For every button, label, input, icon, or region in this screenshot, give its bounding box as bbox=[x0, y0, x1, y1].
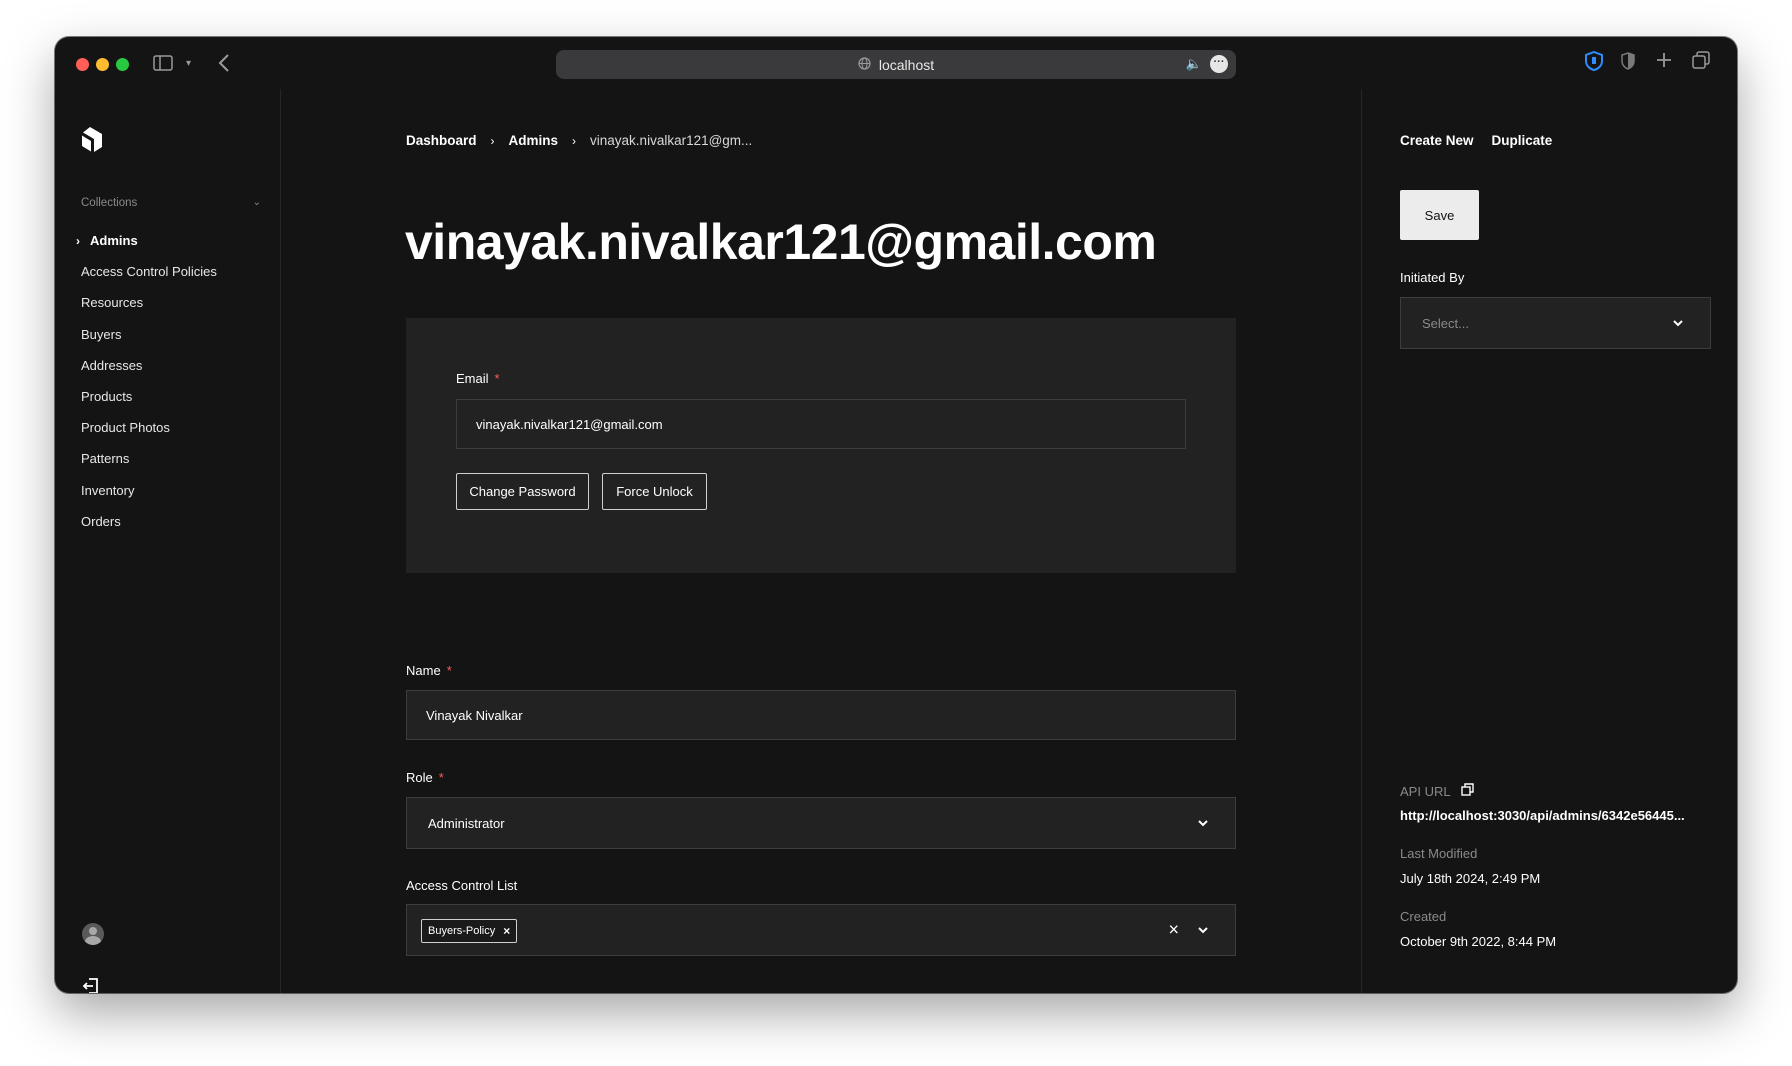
breadcrumb-current: vinayak.nivalkar121@gm... bbox=[590, 133, 753, 148]
sidebar-item-products[interactable]: Products bbox=[81, 381, 271, 412]
required-marker: * bbox=[446, 663, 452, 678]
sidebar-item-label: Resources bbox=[81, 295, 144, 311]
required-marker: * bbox=[438, 770, 444, 785]
minimize-window-button[interactable] bbox=[96, 58, 109, 71]
breadcrumb-dashboard[interactable]: Dashboard bbox=[406, 133, 477, 148]
maximize-window-button[interactable] bbox=[116, 58, 129, 71]
new-tab-icon[interactable] bbox=[1656, 52, 1672, 72]
api-url-link[interactable]: http://localhost:3030/api/admins/6342e56… bbox=[1400, 808, 1685, 823]
tab-overview-icon[interactable] bbox=[1692, 51, 1710, 73]
api-url-label-text: API URL bbox=[1400, 783, 1451, 799]
privacy-shield-icon[interactable] bbox=[1621, 52, 1635, 74]
chevron-down-icon bbox=[1197, 816, 1209, 830]
logout-icon[interactable] bbox=[81, 976, 101, 993]
chevron-right-icon: › bbox=[572, 133, 577, 148]
role-label: Role * bbox=[406, 770, 444, 785]
auth-panel: Email * vinayak.nivalkar121@gmail.com Cha… bbox=[406, 318, 1236, 573]
sidebar-item-label: Product Photos bbox=[81, 420, 170, 436]
chevron-down-icon[interactable] bbox=[1197, 923, 1209, 937]
collections-nav: › Admins Access Control Policies Resourc… bbox=[76, 225, 271, 537]
acl-tag-label: Buyers-Policy bbox=[428, 925, 496, 937]
acl-select[interactable]: Buyers-Policy × × bbox=[406, 904, 1236, 956]
document-sidebar: Create New Duplicate Save Initiated By S… bbox=[1361, 89, 1737, 993]
address-bar[interactable]: localhost 🔈 ··· bbox=[556, 50, 1236, 79]
sidebar-item-patterns[interactable]: Patterns bbox=[81, 443, 271, 474]
url-text: localhost bbox=[878, 56, 935, 73]
back-icon[interactable] bbox=[218, 53, 230, 77]
globe-icon bbox=[858, 56, 871, 73]
acl-tag: Buyers-Policy × bbox=[421, 919, 518, 943]
sidebar-item-label: Buyers bbox=[81, 326, 122, 342]
email-label-text: Email bbox=[456, 371, 489, 386]
sidebar-item-label: Admins bbox=[90, 233, 138, 249]
name-label: Name * bbox=[406, 663, 452, 678]
clear-icon[interactable]: × bbox=[1168, 920, 1179, 941]
initiated-by-placeholder: Select... bbox=[1422, 315, 1469, 331]
change-password-button[interactable]: Change Password bbox=[456, 473, 589, 510]
chevron-down-icon bbox=[1672, 316, 1684, 330]
last-modified-value: July 18th 2024, 2:49 PM bbox=[1400, 871, 1541, 886]
sidebar-item-addresses[interactable]: Addresses bbox=[81, 350, 271, 381]
name-value: Vinayak Nivalkar bbox=[426, 707, 523, 723]
remove-tag-icon[interactable]: × bbox=[503, 924, 510, 938]
initiated-by-label: Initiated By bbox=[1400, 270, 1465, 285]
chevron-down-icon: ⌄ bbox=[252, 197, 261, 208]
name-field[interactable]: Vinayak Nivalkar bbox=[406, 690, 1236, 740]
sidebar-item-label: Addresses bbox=[81, 357, 143, 373]
sidebar-item-resources[interactable]: Resources bbox=[81, 287, 271, 318]
sidebar-item-label: Orders bbox=[81, 513, 121, 529]
initiated-by-select[interactable]: Select... bbox=[1400, 297, 1711, 349]
sidebar-item-admins[interactable]: › Admins bbox=[76, 225, 271, 256]
sidebar-item-orders[interactable]: Orders bbox=[81, 506, 271, 537]
role-label-text: Role bbox=[406, 770, 433, 785]
breadcrumb-admins[interactable]: Admins bbox=[509, 133, 559, 148]
browser-titlebar: ▾ localhost 🔈 ··· bbox=[55, 37, 1737, 89]
created-label: Created bbox=[1400, 909, 1447, 924]
chevron-right-icon: › bbox=[76, 233, 80, 248]
sidebar-item-label: Patterns bbox=[81, 451, 130, 467]
create-new-button[interactable]: Create New bbox=[1400, 133, 1474, 148]
copy-icon[interactable] bbox=[1460, 783, 1474, 799]
required-marker: * bbox=[494, 371, 500, 386]
email-value: vinayak.nivalkar121@gmail.com bbox=[476, 416, 663, 432]
collections-label: Collections bbox=[81, 197, 138, 209]
api-url-label: API URL bbox=[1400, 783, 1474, 799]
document-actions: Create New Duplicate bbox=[1400, 133, 1552, 148]
role-value: Administrator bbox=[428, 815, 505, 831]
page-title: vinayak.nivalkar121@gmail.com bbox=[405, 214, 1157, 270]
payload-logo-icon[interactable] bbox=[81, 127, 103, 153]
close-window-button[interactable] bbox=[76, 58, 89, 71]
sidebar-item-buyers[interactable]: Buyers bbox=[81, 319, 271, 350]
avatar[interactable] bbox=[82, 923, 104, 945]
main-content: Dashboard › Admins › vinayak.nivalkar121… bbox=[281, 89, 1361, 993]
shield-icon[interactable] bbox=[1585, 50, 1603, 75]
last-modified-label: Last Modified bbox=[1400, 846, 1478, 861]
more-icon[interactable]: ··· bbox=[1210, 55, 1228, 73]
created-value: October 9th 2022, 8:44 PM bbox=[1400, 934, 1557, 949]
force-unlock-button[interactable]: Force Unlock bbox=[602, 473, 707, 510]
duplicate-button[interactable]: Duplicate bbox=[1492, 133, 1553, 148]
speaker-icon[interactable]: 🔈 bbox=[1186, 56, 1202, 72]
email-label: Email * bbox=[456, 371, 500, 386]
sidebar-item-product-photos[interactable]: Product Photos bbox=[81, 412, 271, 443]
chevron-right-icon: › bbox=[490, 133, 495, 148]
email-field[interactable]: vinayak.nivalkar121@gmail.com bbox=[456, 399, 1186, 449]
sidebar-item-access-control-policies[interactable]: Access Control Policies bbox=[81, 256, 271, 287]
sidebar-item-label: Access Control Policies bbox=[81, 264, 217, 280]
sidebar-item-inventory[interactable]: Inventory bbox=[81, 475, 271, 506]
browser-window: ▾ localhost 🔈 ··· Collections ⌄ › Admins… bbox=[55, 37, 1737, 993]
sidebar-item-label: Products bbox=[81, 389, 133, 405]
role-select[interactable]: Administrator bbox=[406, 797, 1236, 849]
sidebar: Collections ⌄ › Admins Access Control Po… bbox=[55, 89, 281, 993]
name-label-text: Name bbox=[406, 663, 441, 678]
chevron-down-icon[interactable]: ▾ bbox=[186, 56, 191, 72]
save-button[interactable]: Save bbox=[1400, 190, 1479, 240]
breadcrumb: Dashboard › Admins › vinayak.nivalkar121… bbox=[406, 133, 752, 148]
acl-label: Access Control List bbox=[406, 878, 518, 893]
collections-header[interactable]: Collections ⌄ bbox=[81, 197, 261, 209]
sidebar-toggle-icon[interactable] bbox=[153, 55, 173, 75]
sidebar-item-label: Inventory bbox=[81, 482, 135, 498]
